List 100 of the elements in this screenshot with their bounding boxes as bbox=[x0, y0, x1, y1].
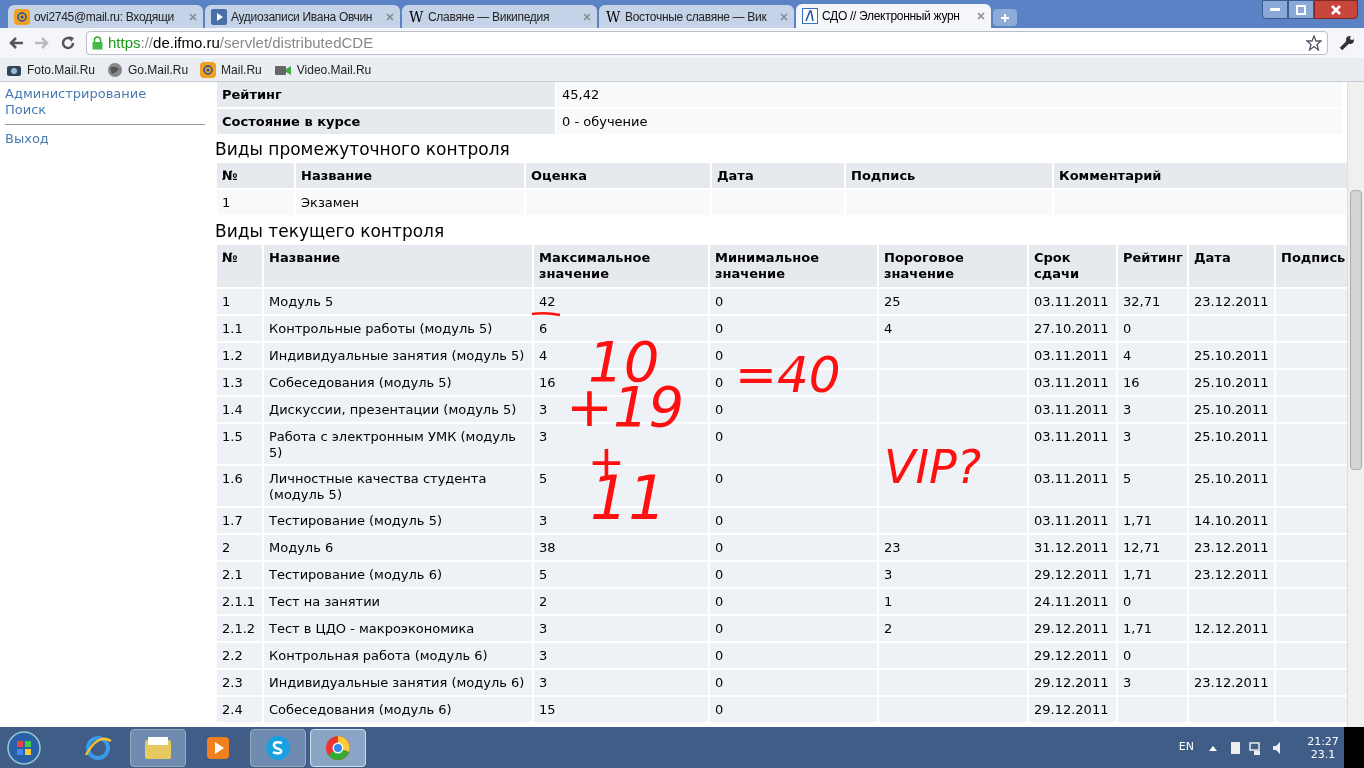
browser-tab[interactable]: ovi2745@mail.ru: Входящи bbox=[8, 5, 203, 28]
browser-tab[interactable]: Аудиозаписи Ивана Овчин bbox=[205, 5, 400, 28]
minimize-icon bbox=[1270, 7, 1280, 12]
table-cell: 2.1.2 bbox=[217, 616, 262, 641]
table-cell: 2.1 bbox=[217, 562, 262, 587]
table-cell: 23.12.2011 bbox=[1189, 289, 1274, 314]
table-cell: Модуль 6 bbox=[264, 535, 532, 560]
browser-tab[interactable]: СДО // Электронный журн bbox=[796, 4, 991, 28]
bookmark-link[interactable]: Video.Mail.Ru bbox=[296, 60, 372, 79]
column-header: Дата bbox=[1189, 245, 1274, 287]
bookmark-link[interactable]: Mail.Ru bbox=[221, 60, 262, 79]
table-cell: Тест в ЦДО - макроэкономика bbox=[264, 616, 532, 641]
reload-icon[interactable] bbox=[60, 35, 76, 51]
table-cell: 23.12.2011 bbox=[1189, 562, 1274, 587]
star-icon[interactable] bbox=[1306, 35, 1322, 51]
column-header: Название bbox=[264, 245, 532, 287]
table-cell: 15 bbox=[534, 697, 708, 722]
wiki-favicon: W bbox=[408, 8, 424, 25]
table-cell: 1.3 bbox=[217, 370, 262, 395]
table-cell: 03.11.2011 bbox=[1029, 424, 1116, 464]
sidebar-link[interactable]: Выход bbox=[5, 131, 205, 147]
close-window-button[interactable] bbox=[1314, 0, 1358, 19]
table-cell: 38 bbox=[534, 535, 708, 560]
site-favicon-icon bbox=[802, 8, 818, 24]
language-indicator[interactable]: EN bbox=[1178, 739, 1194, 756]
info-value: 0 - обучение bbox=[557, 109, 1342, 134]
table-cell: 2.1.1 bbox=[217, 589, 262, 614]
table-cell: 03.11.2011 bbox=[1029, 508, 1116, 533]
column-header: Оценка bbox=[526, 163, 710, 188]
url-text: https://de.ifmo.ru/servlet/distributedCDE bbox=[108, 32, 374, 53]
table-cell: 0 bbox=[710, 424, 877, 464]
table-cell: Модуль 5 bbox=[264, 289, 532, 314]
folder-icon bbox=[144, 735, 172, 760]
close-icon[interactable] bbox=[977, 12, 985, 20]
tray-device-icon[interactable] bbox=[1228, 739, 1242, 756]
handwritten-note: VIP? bbox=[884, 444, 982, 490]
table-cell: 29.12.2011 bbox=[1029, 616, 1116, 641]
start-orb-icon[interactable] bbox=[6, 729, 42, 766]
wrench-icon[interactable] bbox=[1338, 34, 1356, 52]
table-cell: Дискуссии, презентации (модуль 5) bbox=[264, 397, 532, 422]
scrollbar-thumb[interactable] bbox=[1350, 190, 1362, 470]
table-cell: 4 bbox=[879, 316, 1027, 341]
table-cell: 1 bbox=[879, 589, 1027, 614]
address-bar[interactable]: https://de.ifmo.ru/servlet/distributedCDE bbox=[86, 31, 1328, 55]
table-cell: 25.10.2011 bbox=[1189, 424, 1274, 464]
table-cell: 23.12.2011 bbox=[1189, 670, 1274, 695]
table-cell: 29.12.2011 bbox=[1029, 643, 1116, 668]
table-cell: 3 bbox=[879, 562, 1027, 587]
table-cell: 0 bbox=[710, 535, 877, 560]
table-cell: Тестирование (модуль 6) bbox=[264, 562, 532, 587]
clock-date[interactable]: 23.1 bbox=[1310, 747, 1336, 761]
table-cell: 24.11.2011 bbox=[1029, 589, 1116, 614]
table-cell: 1,71 bbox=[1118, 508, 1187, 533]
table-cell: 03.11.2011 bbox=[1029, 466, 1116, 506]
browser-tab[interactable]: W Восточные славяне — Вик bbox=[599, 5, 794, 28]
table-cell: 5 bbox=[1118, 466, 1187, 506]
table-cell: 1.6 bbox=[217, 466, 262, 506]
table-cell: 1 bbox=[217, 190, 294, 215]
table-cell: 32,71 bbox=[1118, 289, 1187, 314]
table-cell: Контрольная работа (модуль 6) bbox=[264, 643, 532, 668]
minimize-button[interactable] bbox=[1262, 0, 1288, 19]
media-player-icon bbox=[205, 734, 231, 761]
browser-tab[interactable]: W Славяне — Википедия bbox=[402, 5, 597, 28]
clock-time[interactable]: 21:27 bbox=[1307, 734, 1339, 748]
table-cell: 3 bbox=[1118, 424, 1187, 464]
sidebar-link[interactable]: Поиск bbox=[5, 102, 205, 118]
table-cell: 4 bbox=[1118, 343, 1187, 368]
taskbar-button[interactable] bbox=[250, 728, 306, 767]
table-cell: 1.7 bbox=[217, 508, 262, 533]
table-cell: 0 bbox=[710, 616, 877, 641]
column-header: № bbox=[217, 163, 294, 188]
table-cell: 2 bbox=[879, 616, 1027, 641]
taskbar-button[interactable] bbox=[130, 728, 186, 767]
table-cell: 1.1 bbox=[217, 316, 262, 341]
table-cell: 14.10.2011 bbox=[1189, 508, 1274, 533]
new-tab-button[interactable] bbox=[993, 9, 1017, 26]
table-cell: 2.4 bbox=[217, 697, 262, 722]
table-cell: Индивидуальные занятия (модуль 5) bbox=[264, 343, 532, 368]
sidebar-link[interactable]: Администрирование bbox=[5, 86, 205, 102]
info-label: Состояние в курсе bbox=[217, 109, 555, 134]
taskbar-button[interactable] bbox=[310, 728, 366, 767]
table-cell: 2 bbox=[217, 535, 262, 560]
table-cell: 03.11.2011 bbox=[1029, 343, 1116, 368]
bookmark-link[interactable]: Foto.Mail.Ru bbox=[27, 60, 96, 79]
padlock-icon bbox=[92, 36, 103, 50]
table-cell: 31.12.2011 bbox=[1029, 535, 1116, 560]
table-cell: 6 bbox=[534, 316, 708, 341]
bookmark-link[interactable]: Go.Mail.Ru bbox=[128, 60, 189, 79]
table-cell: 0 bbox=[710, 397, 877, 422]
column-header: Подпись bbox=[846, 163, 1052, 188]
table-cell: 0 bbox=[710, 289, 877, 314]
back-arrow-icon[interactable] bbox=[8, 36, 24, 50]
table-cell: 0 bbox=[710, 643, 877, 668]
restore-button[interactable] bbox=[1288, 0, 1314, 19]
table-cell: 0 bbox=[1118, 316, 1187, 341]
table-cell: 25.10.2011 bbox=[1189, 370, 1274, 395]
table-cell: Индивидуальные занятия (модуль 6) bbox=[264, 670, 532, 695]
table-cell: Экзамен bbox=[296, 190, 524, 215]
table-cell: Работа с электронным УМК (модуль 5) bbox=[264, 424, 532, 464]
info-value: 45,42 bbox=[557, 82, 1342, 107]
